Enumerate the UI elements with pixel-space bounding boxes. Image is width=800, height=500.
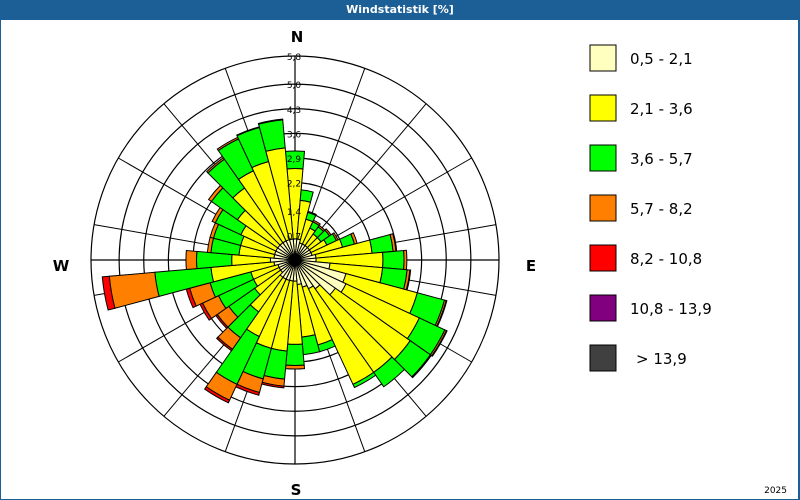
ring-label: 0,7	[287, 232, 301, 242]
legend-swatch	[589, 94, 617, 122]
ring-label: 2,2	[287, 180, 301, 190]
ring-label: 5,8	[287, 53, 302, 63]
compass-north: N	[291, 28, 304, 46]
wedge-180-band-2	[285, 343, 305, 367]
ring-label: 4,3	[287, 106, 301, 116]
wedge-260-band-3	[108, 271, 160, 309]
legend-swatch	[589, 294, 617, 322]
legend-label: 2,1 - 3,6	[630, 100, 693, 118]
legend-swatch	[589, 194, 617, 222]
legend-label: 0,5 - 2,1	[630, 50, 693, 68]
ring-labels: 0,7 1,4 2,2 2,9 3,6 4,3 5,0 5,8	[287, 53, 302, 242]
wedge-10-band-2	[299, 189, 314, 203]
ring-label: 2,9	[287, 155, 302, 165]
legend-label: 3,6 - 5,7	[630, 150, 693, 168]
legend-swatch	[589, 144, 617, 172]
year-label: 2025	[764, 486, 787, 496]
wedges	[101, 118, 448, 404]
wedge-180-band-3	[284, 364, 306, 370]
wedge-270-band-3	[185, 249, 198, 271]
compass-south: S	[291, 481, 302, 499]
wedge-90-band-2	[382, 249, 405, 271]
compass-east: E	[526, 257, 536, 275]
legend-label: 5,7 - 8,2	[630, 200, 693, 218]
ring-label: 5,0	[287, 81, 302, 91]
legend-label: 10,8 - 13,9	[630, 300, 712, 318]
wedge-80-band-2	[369, 233, 394, 254]
legend: 0,5 - 2,1 2,1 - 3,6 3,6 - 5,7 5,7 - 8,2 8,2 …	[589, 44, 712, 372]
wind-rose-chart: 0,7 1,4 2,2 2,9 3,6 4,3 5,0 5,8 N E S W 0,5 - 2…	[53, 28, 787, 499]
legend-label: > 13,9	[636, 350, 687, 368]
compass-west: W	[53, 257, 70, 275]
ring-label: 3,6	[287, 130, 302, 140]
legend-swatch	[589, 44, 617, 72]
legend-swatch	[589, 344, 617, 372]
ring-label: 1,4	[287, 208, 302, 218]
legend-swatch	[589, 244, 617, 272]
wedge-90-band-3	[403, 249, 408, 271]
legend-label: 8,2 - 10,8	[630, 250, 702, 268]
